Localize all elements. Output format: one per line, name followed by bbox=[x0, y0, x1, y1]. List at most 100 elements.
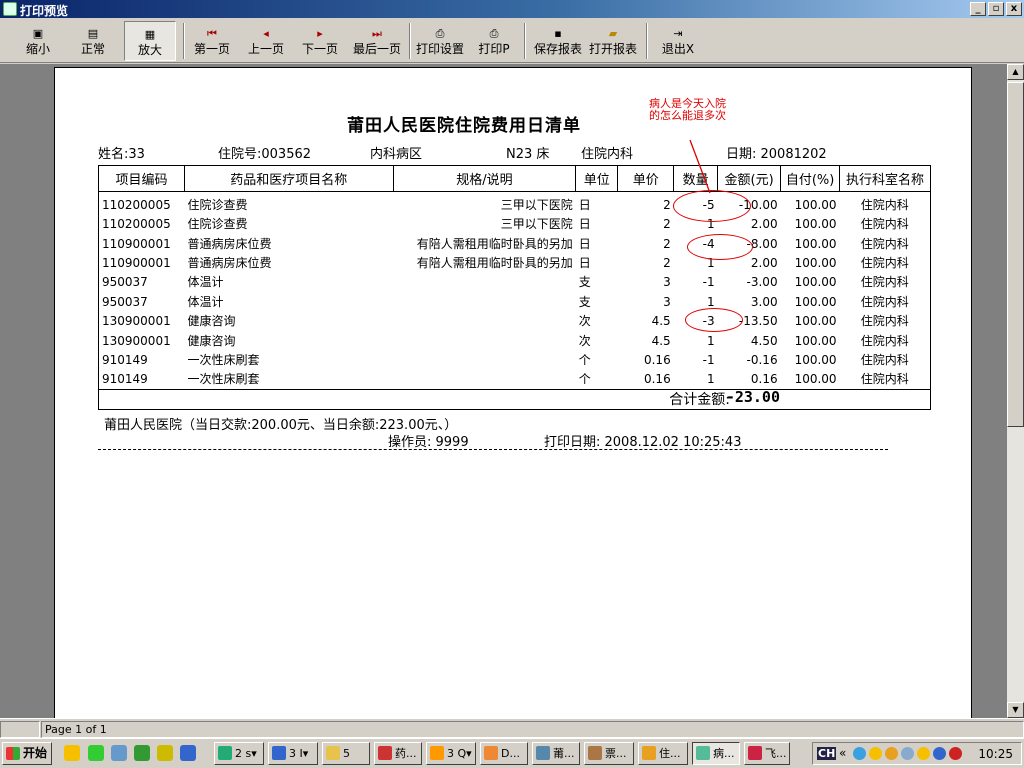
open-report-button[interactable]: ▰ 打开报表 bbox=[586, 21, 640, 61]
tray-shield-icon[interactable] bbox=[949, 747, 962, 760]
taskbar-task-button[interactable]: 药... bbox=[374, 742, 422, 765]
table-row: 110900001 普通病房床位费 有陪人需租用临时卧具的另加日 2 -4 -8.00 10… bbox=[99, 234, 931, 253]
print-setup-button[interactable]: ⎙ 打印设置 bbox=[414, 21, 466, 61]
quicklaunch-icon[interactable] bbox=[88, 745, 104, 761]
table-cell-name: 普通病房床位费 bbox=[187, 255, 272, 270]
close-button[interactable]: x bbox=[1006, 2, 1022, 16]
save-report-button[interactable]: ▪ 保存报表 bbox=[532, 21, 584, 61]
taskbar-task-button[interactable]: 3 I▾ bbox=[268, 742, 318, 765]
taskbar-task-button[interactable]: 飞... bbox=[744, 742, 790, 765]
column-header: 项目编码 bbox=[98, 165, 185, 192]
toolbar: ▣ 缩小 ▤ 正常 ▦ 放大 ⏮ 第一页 ◂ 上一页 ▸ 下一页 ⏭ 最后一页 ⎙ 打印设置 ⎙… bbox=[0, 19, 1024, 63]
table-cell-self-pay: 100.00 bbox=[794, 217, 837, 232]
scroll-thumb[interactable] bbox=[1007, 82, 1024, 427]
tray-qq-icon[interactable] bbox=[869, 747, 882, 760]
task-app-icon bbox=[430, 746, 444, 760]
tray-app-icon[interactable] bbox=[901, 747, 914, 760]
task-label: 住... bbox=[659, 747, 681, 760]
normal-size-button[interactable]: ▤ 正常 bbox=[70, 21, 116, 61]
table-cell-amount: -0.16 bbox=[746, 352, 778, 367]
column-header: 单价 bbox=[617, 165, 675, 192]
table-cell-self-pay: 100.00 bbox=[794, 275, 837, 290]
next-page-button[interactable]: ▸ 下一页 bbox=[298, 21, 342, 61]
tray-app-icon[interactable] bbox=[853, 747, 866, 760]
last-page-button[interactable]: ⏭ 最后一页 bbox=[350, 21, 404, 61]
table-cell-price: 0.16 bbox=[643, 352, 671, 367]
dashed-divider bbox=[98, 449, 888, 450]
annotation-circle bbox=[673, 190, 751, 222]
tray-app-icon[interactable] bbox=[933, 747, 946, 760]
table-cell-price: 4.5 bbox=[651, 333, 671, 348]
preview-area[interactable]: 莆田人民医院住院费用日清单 姓名:33 住院号:003562 内科病区 N23 … bbox=[0, 64, 1007, 718]
table-cell-name: 体温计 bbox=[187, 294, 224, 309]
table-cell-dept: 住院内科 bbox=[860, 352, 909, 367]
table-cell-dept: 住院内科 bbox=[860, 236, 909, 251]
start-button[interactable]: 开始 bbox=[2, 742, 52, 765]
table-cell-qty: -1 bbox=[702, 275, 715, 290]
table-cell-name: 健康咨询 bbox=[187, 333, 236, 348]
quicklaunch-icon[interactable] bbox=[134, 745, 150, 761]
quicklaunch-icon[interactable] bbox=[111, 745, 127, 761]
taskbar-task-button[interactable]: 2 s▾ bbox=[214, 742, 264, 765]
prev-page-button[interactable]: ◂ 上一页 bbox=[244, 21, 288, 61]
table-cell-spec: 有陪人需租用临时卧具的另加 bbox=[416, 236, 573, 251]
table-cell-spec bbox=[393, 312, 576, 331]
maximize-button[interactable]: ▫ bbox=[988, 2, 1004, 16]
table-cell-price: 2 bbox=[663, 198, 671, 212]
first-page-button[interactable]: ⏮ 第一页 bbox=[190, 21, 234, 61]
table-cell-price: 2 bbox=[663, 236, 671, 251]
table-cell-unit: 次 bbox=[578, 314, 591, 329]
status-bar: Page 1 of 1 bbox=[0, 718, 1024, 738]
taskbar-task-button[interactable]: 莆... bbox=[532, 742, 580, 765]
scroll-down-arrow[interactable]: ▼ bbox=[1007, 702, 1024, 718]
department: 住院内科 bbox=[581, 147, 634, 162]
table-cell-amount: -3.00 bbox=[746, 275, 778, 290]
taskbar: 开始 2 s▾ 3 I▾ 5 W▾ 药... 3 Q▾ D... 莆... 票... 住... 病… bbox=[0, 738, 1024, 768]
total-label: 合计金额: bbox=[669, 392, 730, 408]
scroll-up-arrow[interactable]: ▲ bbox=[1007, 64, 1024, 80]
tray-app-icon[interactable] bbox=[885, 747, 898, 760]
print-date: 打印日期: 2008.12.02 10:25:43 bbox=[544, 435, 742, 450]
next-page-icon: ▸ bbox=[317, 27, 323, 40]
taskbar-task-button[interactable]: 票... bbox=[584, 742, 634, 765]
table-cell-code: 130900001 bbox=[102, 333, 171, 348]
taskbar-task-button[interactable]: 3 Q▾ bbox=[426, 742, 476, 765]
table-cell-spec: 三甲以下医院 bbox=[500, 217, 573, 232]
table-cell-self-pay: 100.00 bbox=[794, 314, 837, 329]
annotation-pointer bbox=[689, 139, 711, 194]
zoom-out-button[interactable]: ▣ 缩小 bbox=[16, 21, 60, 61]
task-label: 飞... bbox=[765, 747, 787, 760]
table-cell-dept: 住院内科 bbox=[860, 275, 909, 290]
minimize-button[interactable]: _ bbox=[970, 2, 986, 16]
tray-expand-icon[interactable]: « bbox=[839, 746, 846, 760]
tray-qq-icon[interactable] bbox=[917, 747, 930, 760]
taskbar-task-button[interactable]: 5 W▾ bbox=[322, 742, 370, 765]
windows-flag-icon bbox=[6, 747, 20, 760]
fee-table: 项目编码 药品和医疗项目名称 规格/说明 单位 单价 数量 金额(元) 自付(%… bbox=[98, 165, 931, 391]
task-label: 药... bbox=[395, 747, 417, 760]
app-icon bbox=[3, 2, 17, 16]
qq-icon[interactable] bbox=[64, 745, 80, 761]
table-cell-unit: 日 bbox=[578, 255, 591, 270]
taskbar-task-button[interactable]: 病... bbox=[692, 742, 740, 765]
window-title: 打印预览 bbox=[20, 4, 69, 18]
zoom-in-button[interactable]: ▦ 放大 bbox=[124, 21, 176, 61]
quicklaunch-icon[interactable] bbox=[180, 745, 196, 761]
column-header: 自付(%) bbox=[780, 165, 841, 192]
taskbar-task-button[interactable]: 住... bbox=[638, 742, 688, 765]
taskbar-task-button[interactable]: D... bbox=[480, 742, 528, 765]
input-method-indicator[interactable]: CH bbox=[817, 747, 837, 760]
task-label: 3 Q▾ bbox=[447, 747, 472, 760]
table-cell-price: 4.5 bbox=[651, 314, 671, 329]
task-label: D... bbox=[501, 747, 520, 760]
table-cell-code: 130900001 bbox=[102, 314, 171, 329]
print-button[interactable]: ⎙ 打印P bbox=[474, 21, 514, 61]
printer-setup-icon: ⎙ bbox=[435, 27, 445, 40]
vertical-scrollbar[interactable]: ▲ ▼ bbox=[1007, 64, 1024, 718]
table-cell-code: 110200005 bbox=[102, 217, 171, 232]
prev-page-icon: ◂ bbox=[263, 27, 269, 40]
table-cell-price: 2 bbox=[663, 217, 671, 232]
quicklaunch-icon[interactable] bbox=[157, 745, 173, 761]
table-cell-name: 住院诊查费 bbox=[187, 217, 248, 232]
exit-button[interactable]: ⇥ 退出X bbox=[658, 21, 698, 61]
